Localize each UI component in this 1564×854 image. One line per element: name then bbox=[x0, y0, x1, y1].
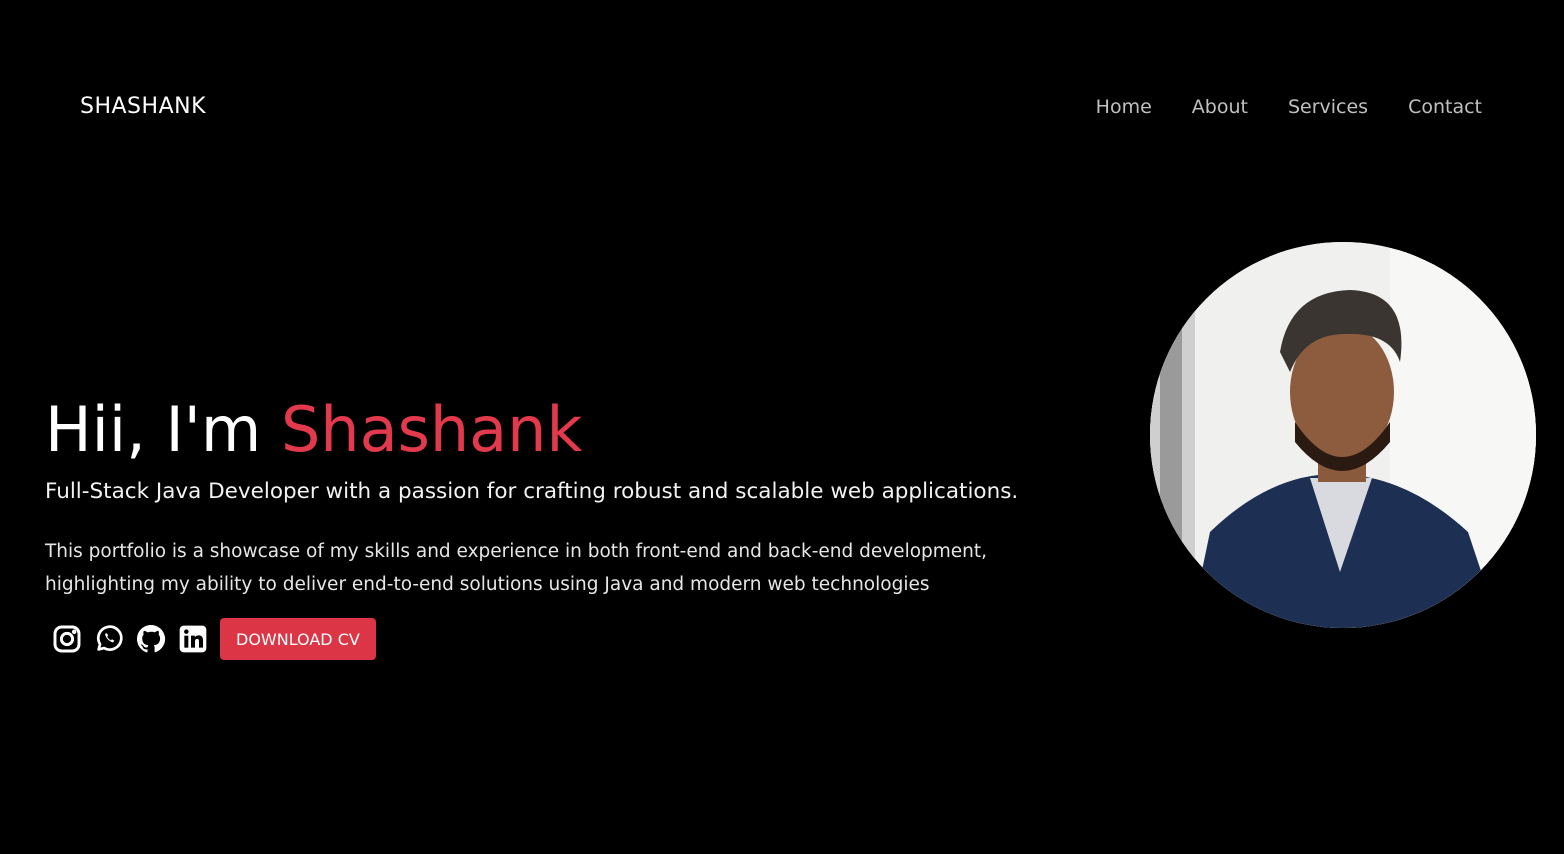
github-icon[interactable] bbox=[134, 619, 168, 659]
profile-photo bbox=[1150, 242, 1536, 628]
main-nav: Home About Services Contact bbox=[1096, 96, 1482, 118]
download-cv-button[interactable]: DOWNLOAD CV bbox=[220, 618, 376, 660]
hero-title: Hii, I'm Shashank bbox=[45, 390, 582, 470]
instagram-icon[interactable] bbox=[50, 619, 84, 659]
nav-services[interactable]: Services bbox=[1288, 96, 1368, 118]
portfolio-page: SHASHANK Home About Services Contact Hii… bbox=[0, 0, 1564, 854]
hero-name: Shashank bbox=[280, 393, 583, 466]
nav-home[interactable]: Home bbox=[1096, 96, 1152, 118]
nav-about[interactable]: About bbox=[1192, 96, 1248, 118]
linkedin-icon[interactable] bbox=[176, 619, 210, 659]
hero-actions: DOWNLOAD CV bbox=[50, 618, 376, 660]
hero-subtitle: Full-Stack Java Developer with a passion… bbox=[45, 479, 1019, 504]
brand-logo[interactable]: SHASHANK bbox=[80, 94, 206, 119]
nav-contact[interactable]: Contact bbox=[1408, 96, 1482, 118]
whatsapp-icon[interactable] bbox=[92, 619, 126, 659]
hero-description: This portfolio is a showcase of my skill… bbox=[45, 541, 988, 595]
hero-greeting: Hii, I'm bbox=[45, 393, 262, 466]
